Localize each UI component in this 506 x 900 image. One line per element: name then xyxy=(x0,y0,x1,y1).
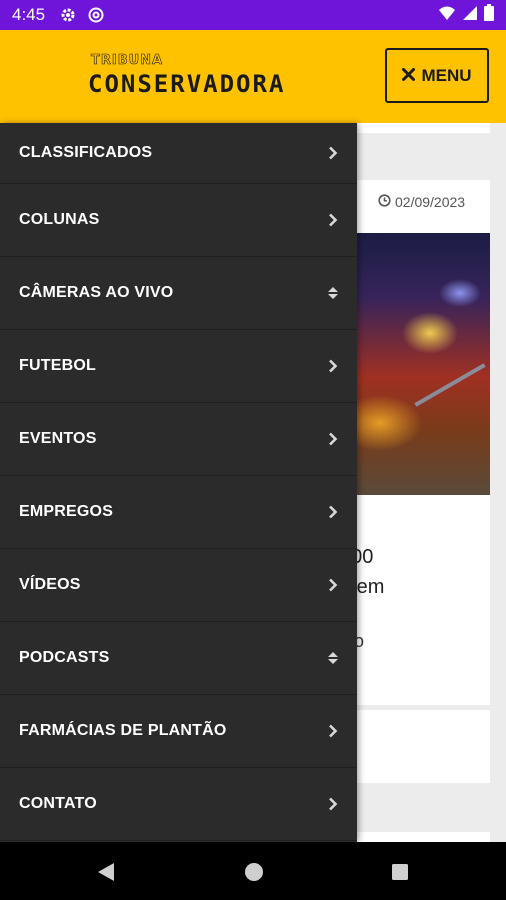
wifi-icon xyxy=(438,5,456,26)
drawer-item-label: CONTATO xyxy=(19,795,97,812)
system-nav-bar xyxy=(0,842,506,900)
drawer-item-label: EVENTOS xyxy=(19,430,97,447)
article-date-text: 02/09/2023 xyxy=(395,194,466,210)
navigation-drawer: CLASSIFICADOS COLUNAS CÂMERAS AO VIVO FU… xyxy=(0,123,357,842)
article-headline[interactable]: 000 e em xyxy=(340,542,490,602)
drawer-item-videos[interactable]: VÍDEOS xyxy=(0,549,357,622)
drawer-item-podcasts[interactable]: PODCASTS xyxy=(0,622,357,695)
logo-top-text: TRIBUNA xyxy=(91,53,164,69)
drawer-item-label: FUTEBOL xyxy=(19,357,96,374)
chevron-right-icon xyxy=(327,358,339,374)
drawer-item-empregos[interactable]: EMPREGOS xyxy=(0,476,357,549)
drawer-item-eventos[interactable]: EVENTOS xyxy=(0,403,357,476)
recents-icon[interactable] xyxy=(389,861,411,883)
chevron-right-icon xyxy=(327,145,339,161)
drawer-item-label: FARMÁCIAS DE PLANTÃO xyxy=(19,722,227,739)
drawer-item-label: PODCASTS xyxy=(19,649,110,666)
logo-main-text: CONSERVADORA xyxy=(88,70,286,98)
home-icon[interactable] xyxy=(243,861,265,883)
drawer-item-classificados[interactable]: CLASSIFICADOS xyxy=(0,123,357,184)
drawer-item-label: COLUNAS xyxy=(19,211,100,228)
at-sign-icon xyxy=(87,6,105,24)
headline-line: e em xyxy=(340,576,385,598)
drawer-item-label: EMPREGOS xyxy=(19,503,114,520)
chevron-right-icon xyxy=(327,212,339,228)
sort-icon xyxy=(327,650,339,666)
drawer-item-label: CLASSIFICADOS xyxy=(19,144,153,161)
sort-icon xyxy=(327,285,339,301)
article-card[interactable]: 02/09/2023 000 e em ião xyxy=(340,180,490,705)
article-card-top xyxy=(340,123,490,133)
clock-icon xyxy=(378,194,391,210)
drawer-item-farmacias-de-plantao[interactable]: FARMÁCIAS DE PLANTÃO xyxy=(0,695,357,768)
article-card[interactable] xyxy=(340,832,490,842)
site-logo[interactable]: TRIBUNA CONSERVADORA xyxy=(88,53,288,103)
chevron-right-icon xyxy=(327,577,339,593)
drawer-item-label: VÍDEOS xyxy=(19,576,81,593)
status-time: 4:45 xyxy=(12,5,46,24)
drawer-item-cameras-ao-vivo[interactable]: CÂMERAS AO VIVO xyxy=(0,257,357,330)
close-icon xyxy=(402,66,416,86)
headline-line: 000 xyxy=(340,542,490,572)
article-photo[interactable] xyxy=(340,233,490,495)
battery-icon xyxy=(484,4,494,26)
site-header: TRIBUNA CONSERVADORA MENU xyxy=(0,30,506,123)
drawer-item-futebol[interactable]: FUTEBOL xyxy=(0,330,357,403)
back-icon[interactable] xyxy=(95,861,117,883)
menu-button-label: MENU xyxy=(421,65,472,85)
menu-button[interactable]: MENU xyxy=(385,48,489,103)
chevron-right-icon xyxy=(327,796,339,812)
article-date: 02/09/2023 xyxy=(378,194,465,210)
drawer-item-label: CÂMERAS AO VIVO xyxy=(19,284,174,301)
drawer-item-colunas[interactable]: COLUNAS xyxy=(0,184,357,257)
chevron-right-icon xyxy=(327,504,339,520)
chevron-right-icon xyxy=(327,723,339,739)
gear-icon xyxy=(59,6,77,24)
article-card[interactable] xyxy=(340,710,490,783)
signal-icon xyxy=(462,5,478,26)
status-bar: 4:45 xyxy=(0,0,506,30)
drawer-item-contato[interactable]: CONTATO xyxy=(0,768,357,841)
chevron-right-icon xyxy=(327,431,339,447)
